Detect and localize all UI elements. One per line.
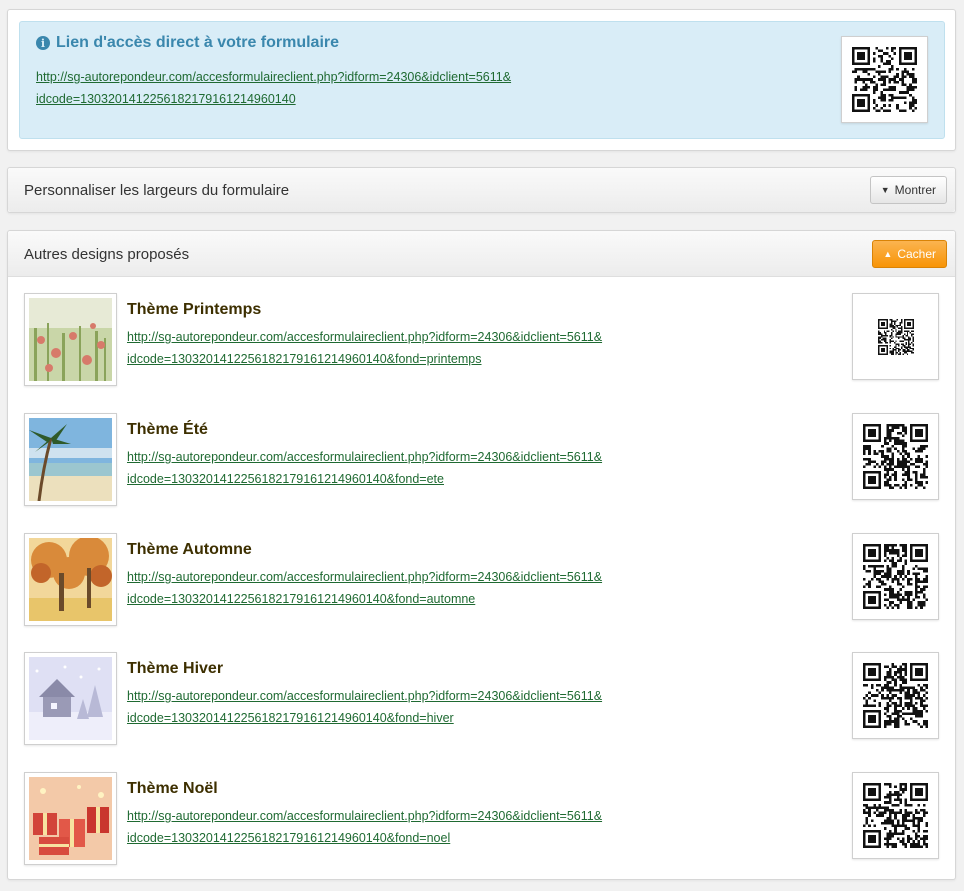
theme-link-line1[interactable]: http://sg-autorepondeur.com/accesformula… <box>127 809 602 823</box>
qr-code-icon <box>877 318 914 355</box>
theme-title: Thème Printemps <box>127 301 262 318</box>
direct-access-title: i Lien d'accès direct à votre formulaire <box>36 34 339 52</box>
direct-access-panel: i Lien d'accès direct à votre formulaire… <box>7 9 956 151</box>
theme-link[interactable]: http://sg-autorepondeur.com/accesformula… <box>127 805 727 849</box>
christmas-gifts-image <box>29 777 112 860</box>
theme-link[interactable]: http://sg-autorepondeur.com/accesformula… <box>127 685 727 729</box>
designs-panel-header: Autres designs proposés ▲ Cacher <box>8 231 955 277</box>
theme-thumbnail[interactable] <box>24 652 117 745</box>
theme-link-line1[interactable]: http://sg-autorepondeur.com/accesformula… <box>127 689 602 703</box>
theme-link-line2[interactable]: idcode=1303201412256182179161214960140&f… <box>127 352 482 366</box>
theme-link[interactable]: http://sg-autorepondeur.com/accesformula… <box>127 446 727 490</box>
direct-access-link-line1[interactable]: http://sg-autorepondeur.com/accesformula… <box>36 70 511 84</box>
theme-link[interactable]: http://sg-autorepondeur.com/accesformula… <box>127 566 727 610</box>
qr-code-icon <box>863 424 928 489</box>
theme-thumbnail[interactable] <box>24 413 117 506</box>
theme-thumbnail[interactable] <box>24 293 117 386</box>
theme-title: Thème Été <box>127 421 208 438</box>
widths-panel-title: Personnaliser les largeurs du formulaire <box>24 182 290 199</box>
theme-link[interactable]: http://sg-autorepondeur.com/accesformula… <box>127 326 727 370</box>
direct-access-link[interactable]: http://sg-autorepondeur.com/accesformula… <box>36 66 636 110</box>
designs-panel-title: Autres designs proposés <box>24 246 190 263</box>
theme-thumbnail[interactable] <box>24 772 117 865</box>
theme-qr-code <box>852 772 939 859</box>
caret-down-icon: ▼ <box>880 185 890 195</box>
theme-qr-code <box>852 652 939 739</box>
widths-panel-header: Personnaliser les largeurs du formulaire… <box>8 168 955 212</box>
theme-link-line1[interactable]: http://sg-autorepondeur.com/accesformula… <box>127 330 602 344</box>
theme-item-printemps: Thème Printemps http://sg-autorepondeur.… <box>24 293 939 386</box>
theme-link-line2[interactable]: idcode=1303201412256182179161214960140&f… <box>127 472 444 486</box>
theme-link-line1[interactable]: http://sg-autorepondeur.com/accesformula… <box>127 570 602 584</box>
theme-link-line1[interactable]: http://sg-autorepondeur.com/accesformula… <box>127 450 602 464</box>
qr-code-icon <box>863 544 928 609</box>
summer-beach-image <box>29 418 112 501</box>
spring-landscape-image <box>29 298 112 381</box>
theme-item-ete: Thème Été http://sg-autorepondeur.com/ac… <box>24 413 939 506</box>
theme-link-line2[interactable]: idcode=1303201412256182179161214960140&f… <box>127 592 475 606</box>
qr-code-icon <box>852 47 917 112</box>
qr-code-icon <box>863 663 928 728</box>
theme-item-hiver: Thème Hiver http://sg-autorepondeur.com/… <box>24 652 939 745</box>
theme-title: Thème Noël <box>127 780 218 797</box>
hide-button-label: Cacher <box>897 247 936 261</box>
direct-qr-code <box>841 36 928 123</box>
winter-house-image <box>29 657 112 740</box>
theme-thumbnail[interactable] <box>24 533 117 626</box>
theme-qr-code <box>852 293 939 380</box>
hide-button[interactable]: ▲ Cacher <box>872 240 947 268</box>
show-button[interactable]: ▼ Montrer <box>869 176 947 204</box>
theme-qr-code <box>852 413 939 500</box>
direct-access-link-line2[interactable]: idcode=1303201412256182179161214960140 <box>36 92 296 106</box>
info-alert: i Lien d'accès direct à votre formulaire… <box>19 21 945 139</box>
autumn-forest-image <box>29 538 112 621</box>
show-button-label: Montrer <box>894 183 936 197</box>
theme-link-line2[interactable]: idcode=1303201412256182179161214960140&f… <box>127 831 450 845</box>
theme-item-noel: Thème Noël http://sg-autorepondeur.com/a… <box>24 772 939 865</box>
direct-access-title-text: Lien d'accès direct à votre formulaire <box>56 34 340 51</box>
designs-panel: Autres designs proposés ▲ Cacher Thème P… <box>7 230 956 880</box>
caret-up-icon: ▲ <box>883 249 893 259</box>
theme-item-automne: Thème Automne http://sg-autorepondeur.co… <box>24 533 939 626</box>
theme-qr-code <box>852 533 939 620</box>
theme-title: Thème Hiver <box>127 660 224 677</box>
theme-link-line2[interactable]: idcode=1303201412256182179161214960140&f… <box>127 711 454 725</box>
theme-title: Thème Automne <box>127 541 252 558</box>
info-circle-icon: i <box>36 36 50 50</box>
widths-panel: Personnaliser les largeurs du formulaire… <box>7 167 956 213</box>
qr-code-icon <box>863 783 928 848</box>
